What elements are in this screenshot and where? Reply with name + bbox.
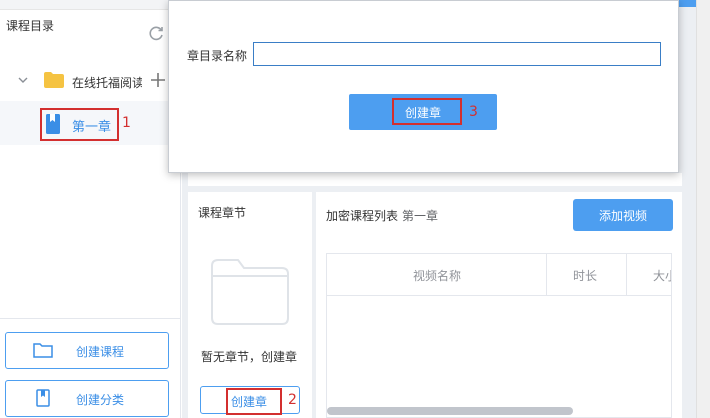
create-chapter-dialog: 章目录名称 创建章 3 xyxy=(168,0,679,173)
add-video-label: 添加视频 xyxy=(599,209,648,223)
add-video-button[interactable]: 添加视频 xyxy=(573,199,673,231)
refresh-icon[interactable] xyxy=(147,24,165,42)
window-right-edge xyxy=(696,0,710,418)
book-icon xyxy=(46,114,60,134)
chapters-panel-title: 课程章节 xyxy=(198,206,247,220)
column-header-video-name[interactable]: 视频名称 xyxy=(413,267,461,284)
video-table-header: 视频名称 时长 大小 xyxy=(327,254,671,296)
tree-course-label[interactable]: 在线托福阅读 xyxy=(72,74,142,91)
folder-icon xyxy=(44,72,64,88)
folder-outline-icon xyxy=(33,343,53,358)
column-separator xyxy=(626,254,627,296)
annotation-number-1: 1 xyxy=(122,115,131,131)
sidebar-divider xyxy=(0,318,181,319)
chapters-empty-text: 暂无章节，创建章 xyxy=(201,350,298,364)
create-course-button[interactable]: 创建课程 xyxy=(5,332,169,369)
annotation-box-2 xyxy=(226,388,282,415)
sidebar-top-bar xyxy=(0,0,181,10)
create-category-button[interactable]: 创建分类 xyxy=(5,380,169,417)
column-header-size[interactable]: 大小 xyxy=(653,267,671,284)
video-list-current-chapter: 第一章 xyxy=(402,209,439,223)
create-course-label: 创建课程 xyxy=(76,345,125,359)
chevron-down-icon[interactable] xyxy=(17,74,29,86)
content-top-strip xyxy=(188,173,682,186)
annotation-box-3 xyxy=(392,98,462,125)
video-list-title-text: 加密课程列表 xyxy=(326,209,399,223)
horizontal-scrollbar[interactable] xyxy=(327,407,573,415)
empty-folder-icon xyxy=(211,259,289,325)
column-header-duration[interactable]: 时长 xyxy=(573,267,597,284)
create-category-label: 创建分类 xyxy=(76,393,125,407)
add-icon[interactable] xyxy=(150,72,166,88)
video-table: 视频名称 时长 大小 xyxy=(326,253,672,418)
sidebar-title: 课程目录 xyxy=(6,19,55,33)
chapter-name-label: 章目录名称 xyxy=(187,49,248,63)
book-outline-icon xyxy=(36,389,50,407)
column-separator xyxy=(546,254,547,296)
annotation-number-2: 2 xyxy=(288,392,297,408)
tree-chapter-label[interactable]: 第一章 xyxy=(72,116,111,135)
video-list-title: 加密课程列表 第一章 xyxy=(326,207,438,224)
chapter-name-input[interactable] xyxy=(253,42,661,66)
annotation-number-3: 3 xyxy=(469,104,478,120)
